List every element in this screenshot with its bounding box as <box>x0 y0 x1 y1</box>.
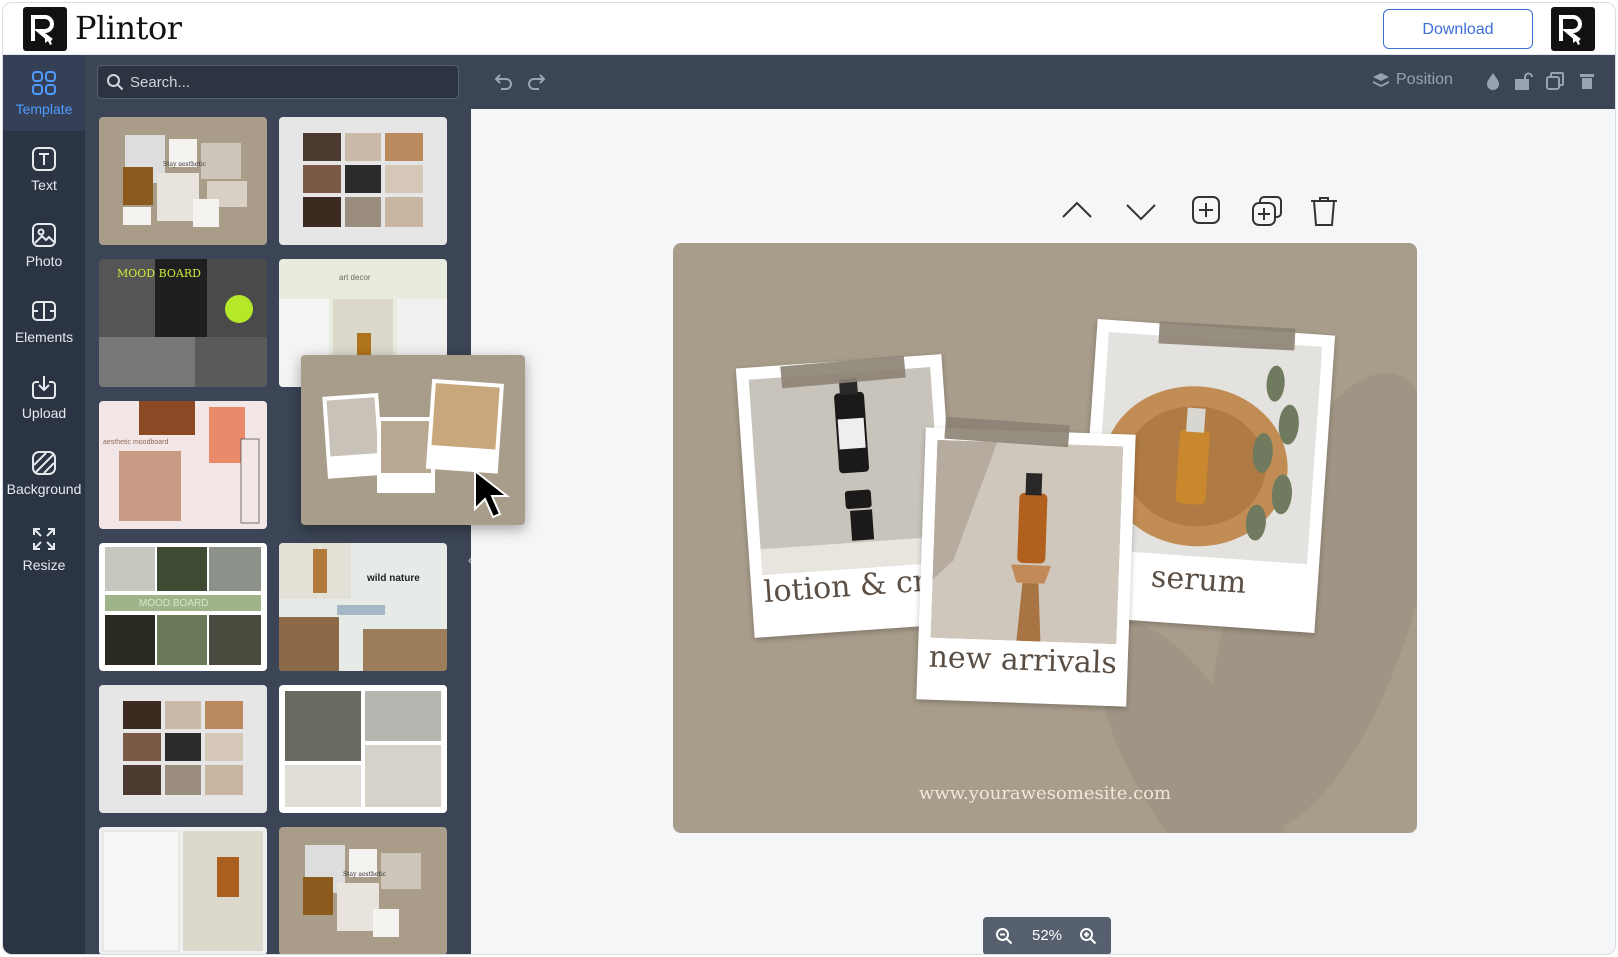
user-avatar[interactable] <box>1551 7 1595 51</box>
template-thumbnail[interactable]: Stay aesthetic <box>99 117 267 245</box>
zoom-in-icon[interactable] <box>1079 927 1097 945</box>
redo-icon[interactable] <box>525 71 547 93</box>
sidebar: Template Text Photo Elements Upload Back… <box>3 55 85 954</box>
sidebar-label: Resize <box>22 557 66 573</box>
design-artboard[interactable]: lotion & cre serum new arrivals www.your… <box>673 243 1417 833</box>
template-thumbnail[interactable] <box>279 685 447 813</box>
template-thumbnail-hovered[interactable] <box>301 355 525 525</box>
template-panel: Stay aesthetic MOOD BOARD art decor <box>85 55 525 954</box>
photo-icon <box>32 223 56 247</box>
brand-name: Plintor <box>75 9 182 47</box>
website-text[interactable]: www.yourawesomesite.com <box>673 783 1417 804</box>
sidebar-item-photo[interactable]: Photo <box>3 207 85 283</box>
sidebar-label: Template <box>15 101 73 117</box>
sidebar-item-elements[interactable]: Elements <box>3 283 85 359</box>
search-box <box>97 65 459 99</box>
template-thumbnail[interactable] <box>99 685 267 813</box>
background-icon <box>32 451 56 475</box>
duplicate-icon[interactable] <box>1545 71 1565 91</box>
zoom-level: 52% <box>1031 927 1063 944</box>
sidebar-item-resize[interactable]: Resize <box>3 511 85 587</box>
trash-icon[interactable] <box>1309 195 1339 227</box>
photo <box>748 366 944 576</box>
template-thumbnail[interactable]: aesthetic moodboard <box>99 401 267 529</box>
upload-icon <box>32 376 56 399</box>
chevron-up-icon[interactable] <box>1061 199 1093 223</box>
position-button[interactable]: Position <box>1396 71 1453 89</box>
search-icon <box>107 74 124 91</box>
template-thumbnail[interactable]: wild nature <box>279 543 447 671</box>
template-title: aesthetic moodboard <box>103 439 169 446</box>
template-title: wild nature <box>367 573 420 584</box>
editor-toolbar: Position <box>471 55 1615 109</box>
add-icon[interactable] <box>1191 195 1221 225</box>
photo-frame[interactable]: new arrivals <box>916 427 1136 707</box>
photo-caption[interactable]: new arrivals <box>917 639 1128 682</box>
template-title: art decor <box>339 273 371 282</box>
template-thumbnail[interactable]: MOOD BOARD <box>99 543 267 671</box>
sidebar-item-background[interactable]: Background <box>3 435 85 511</box>
template-thumbnail[interactable] <box>99 827 267 954</box>
zoom-out-icon[interactable] <box>995 927 1013 945</box>
template-thumbnail[interactable]: Stay aesthetic <box>279 827 447 954</box>
app-window: Plintor Download Template Text Photo Ele… <box>2 2 1616 955</box>
sidebar-label: Elements <box>14 329 74 345</box>
template-title: Stay aesthetic <box>163 161 207 168</box>
undo-icon[interactable] <box>493 71 515 93</box>
sidebar-item-upload[interactable]: Upload <box>3 359 85 435</box>
delete-icon[interactable] <box>1577 71 1597 91</box>
chevron-down-icon[interactable] <box>1125 199 1157 223</box>
sidebar-label: Text <box>31 177 57 193</box>
sidebar-item-template[interactable]: Template <box>3 55 85 131</box>
photo <box>930 439 1124 645</box>
opacity-icon[interactable] <box>1483 71 1503 91</box>
elements-icon <box>32 301 56 321</box>
sidebar-item-text[interactable]: Text <box>3 131 85 207</box>
template-thumbnail[interactable] <box>279 117 447 245</box>
top-bar: Plintor Download <box>3 3 1615 55</box>
zoom-control: 52% <box>983 917 1111 954</box>
logo-icon <box>23 7 67 51</box>
lock-icon[interactable] <box>1513 71 1533 91</box>
sidebar-label: Photo <box>25 253 63 269</box>
text-icon <box>32 147 56 171</box>
search-input[interactable] <box>130 66 450 98</box>
cursor-icon <box>474 468 510 519</box>
template-title: Stay aesthetic <box>343 871 387 878</box>
sidebar-label: Upload <box>21 405 67 421</box>
template-thumbnail[interactable]: MOOD BOARD <box>99 259 267 387</box>
duplicate-element-icon[interactable] <box>1251 195 1283 227</box>
template-title: MOOD BOARD <box>117 267 201 280</box>
resize-icon <box>33 528 55 550</box>
sidebar-label: Background <box>6 481 82 497</box>
grid-icon <box>32 71 56 95</box>
layers-icon <box>1373 73 1389 87</box>
template-title: MOOD BOARD <box>139 598 209 609</box>
download-button[interactable]: Download <box>1383 9 1533 49</box>
